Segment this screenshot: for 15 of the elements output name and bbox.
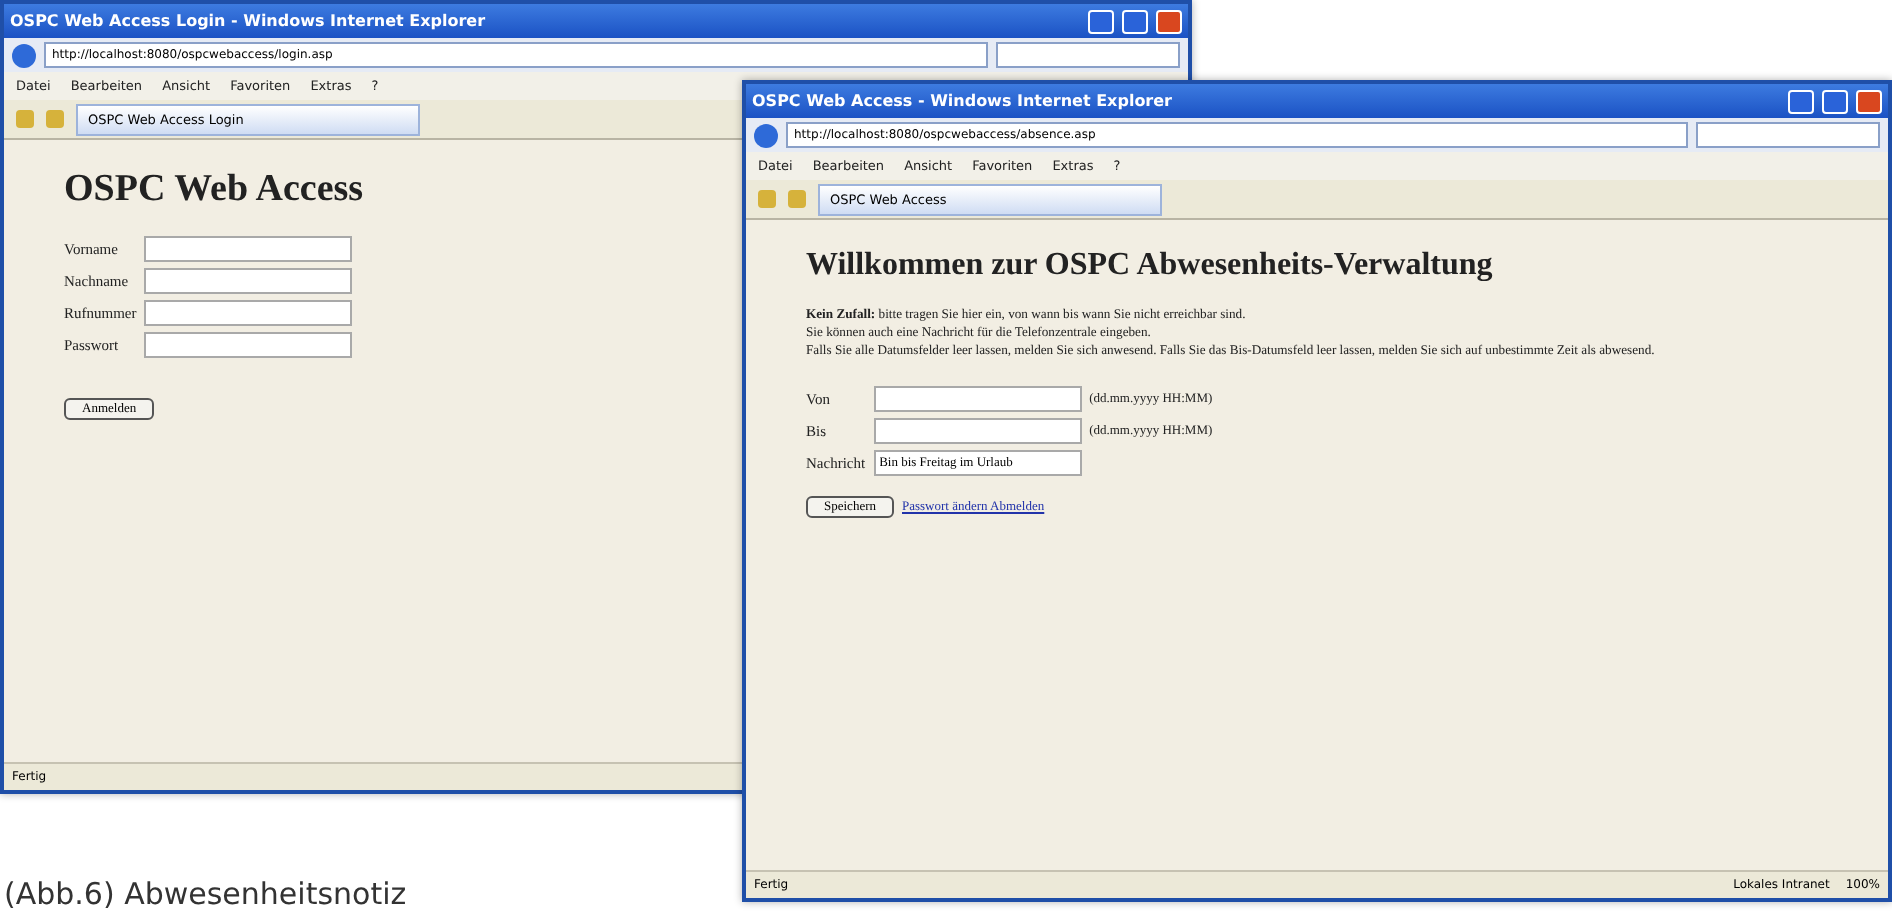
input-field[interactable] (144, 300, 353, 326)
search-field[interactable] (1696, 122, 1880, 148)
search-field[interactable] (996, 42, 1180, 68)
window-title: OSPC Web Access Login - Windows Internet Explorer (10, 12, 488, 30)
input-field[interactable] (144, 268, 353, 294)
page-heading: Willkommen zur OSPC Abwesenheits-Verwaltung (806, 248, 1493, 284)
input-field[interactable] (873, 417, 1082, 444)
window-title: OSPC Web Access - Windows Internet Explorer (752, 92, 1174, 110)
input-field[interactable] (144, 236, 353, 262)
figure-caption: (Abb.6) Abwesenheitsnotiz (4, 876, 407, 912)
page-heading: OSPC Web Access (64, 168, 364, 212)
close-button[interactable] (1156, 9, 1182, 33)
close-button[interactable] (1856, 89, 1882, 113)
input-field[interactable] (873, 385, 1082, 412)
input-field[interactable] (144, 332, 353, 358)
